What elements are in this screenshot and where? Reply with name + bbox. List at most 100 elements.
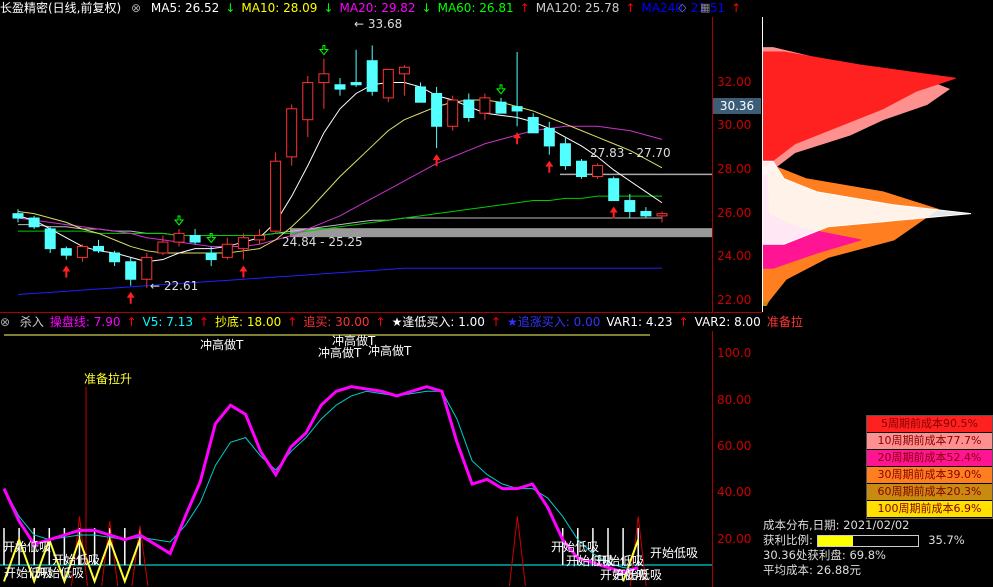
candle-body: [608, 178, 620, 202]
price-tick: 32.00: [717, 74, 752, 89]
distribution-date: 成本分布,日期: 2021/02/02: [763, 518, 910, 532]
price-tick: 30.00: [717, 118, 752, 133]
ma-arrow-5: ↑: [731, 1, 742, 15]
band-upper-label: 27.83 - 27.70: [590, 146, 671, 160]
indicator-label-6: ★追涨买入: 0.00: [507, 315, 601, 329]
price-tick: 22.00: [717, 293, 752, 308]
band-lower-label: 24.84 - 25.25: [282, 235, 363, 249]
candle-body: [254, 235, 265, 241]
indicator-arrow-3: ↑: [287, 315, 298, 329]
candle-body: [173, 232, 185, 243]
indicator-tick: 40.00: [717, 485, 752, 500]
price-tick: 28.00: [717, 161, 752, 176]
profit-ratio-value: 35.7%: [928, 533, 965, 547]
ma-arrow-4: ↑: [625, 1, 636, 15]
candle-body: [237, 237, 249, 250]
candle-body: [302, 82, 314, 121]
sell-arrow-icon: [206, 232, 217, 244]
high-label: ← 33.68: [354, 17, 402, 31]
legend-item-3: 30周期前成本39.0%: [867, 467, 992, 484]
indicator-tick: 60.00: [717, 438, 752, 453]
bottom-label: 开始低吸: [614, 568, 662, 582]
buy-arrow-icon: [62, 265, 71, 278]
bottom-label: 开始低吸: [596, 554, 644, 568]
distribution-stats: 成本分布,日期: 2021/02/02 获利比例: 35.7% 30.36处获利…: [763, 518, 993, 578]
tall-label: 冲高做T: [200, 337, 244, 352]
candle-body: [334, 84, 346, 90]
indicator-axis: 100.0 80.00 60.00 40.00 20.00: [712, 331, 763, 587]
ma240-line: [17, 267, 663, 296]
buy-arrow-icon: [126, 291, 135, 304]
candle-body: [624, 200, 636, 212]
candle-body: [189, 235, 201, 243]
current-price-tag: 30.36: [713, 98, 761, 114]
legend-item-2: 20周期前成本52.4%: [867, 450, 992, 467]
diamond-icon[interactable]: ◇: [678, 1, 686, 14]
ready-label: 准备拉升: [84, 371, 132, 386]
candle-body: [366, 60, 378, 92]
panel-divider: [0, 312, 762, 313]
stock-title: 长盈精密(日线,前复权): [0, 1, 122, 15]
buy-arrow-icon: [545, 160, 554, 173]
indicator-label-4: 追买: 30.00: [303, 315, 370, 329]
candle-body: [495, 101, 507, 114]
legend-item-4: 60周期前成本20.3%: [867, 484, 992, 501]
price-axis: 32.00 30.00 28.00 26.00 24.00 22.00 30.36: [712, 17, 763, 312]
candle-body: [221, 243, 233, 258]
indicator-settings-icon[interactable]: ⊗: [0, 315, 10, 329]
cost-distribution-chart: [762, 17, 972, 312]
candle-body: [318, 73, 330, 84]
ma-legend: MA5: 26.52 ↓ MA10: 28.09 ↓ MA20: 29.82 ↓ MA60:…: [151, 1, 747, 15]
tall-label: 冲高做T: [368, 343, 412, 358]
legend-item-1: 10周期前成本77.7%: [867, 433, 992, 450]
buy-arrow-icon: [609, 206, 618, 219]
candlestick-chart[interactable]: ← 33.68 ← 22.61 27.83 - 27.70 24.84 - 25.25: [0, 17, 712, 312]
bottom-label: 开始低吸: [650, 546, 698, 560]
candle-body: [447, 99, 459, 127]
indicator-tick: 20.00: [717, 531, 752, 546]
candle-body: [382, 68, 394, 99]
bottom-label: 开始低吸: [36, 566, 84, 580]
bottom-label: 开始低吸: [551, 540, 599, 554]
grid-icon[interactable]: ▦: [700, 1, 710, 14]
indicator-label-1: 操盘线: 7.90: [49, 315, 121, 329]
candle-body: [415, 86, 426, 103]
candle-body: [511, 106, 523, 112]
candle-body: [12, 213, 24, 219]
buy-arrow-icon: [239, 265, 248, 278]
candle-body: [109, 252, 121, 263]
candle-body: [44, 228, 56, 250]
indicator-label-7: VAR1: 4.23: [606, 315, 673, 329]
candle-body: [640, 210, 652, 217]
indicator-arrow-4: ↑: [375, 315, 386, 329]
profit-ratio-label: 获利比例:: [763, 533, 813, 547]
candle-body: [286, 108, 298, 158]
profit-ratio-row: 获利比例: 35.7%: [763, 533, 993, 548]
ma-label-2: MA20: 29.82: [339, 1, 416, 15]
indicator-legend: 杀入 操盘线: 7.90 ↑ V5: 7.13 ↑ 抄底: 18.00 ↑ 追买: 30.00…: [20, 315, 809, 329]
ma-arrow-2: ↓: [421, 1, 432, 15]
profit-ratio-fill: [817, 535, 854, 546]
indicator-label-9: 准备拉: [766, 315, 803, 329]
settings-icon[interactable]: ⊗: [131, 1, 141, 15]
low-label: ← 22.61: [150, 279, 198, 293]
legend-item-5: 100周期前成本6.9%: [867, 501, 992, 518]
candle-body: [350, 82, 362, 86]
profit-at-price: 30.36处获利盘: 69.8%: [763, 548, 886, 562]
candle-body: [592, 165, 604, 178]
candle-body: [93, 245, 104, 252]
candle-body: [527, 117, 539, 134]
indicator-chart[interactable]: 冲高做T 冲高做T冲高做T 冲高做T准备拉升开始低吸开始低吸开始低吸开始低吸开始低吸…: [0, 331, 712, 586]
indicator-header: ⊗ 杀入 操盘线: 7.90 ↑ V5: 7.13 ↑ 抄底: 18.00 ↑ 追买: 30.…: [0, 314, 815, 330]
indicator-tick: 100.0: [717, 346, 752, 361]
ma-label-4: MA120: 25.78: [535, 1, 620, 15]
candle-body: [479, 97, 491, 114]
ma-arrow-0: ↓: [225, 1, 236, 15]
candle-body: [60, 248, 72, 256]
ma-arrow-1: ↓: [323, 1, 334, 15]
buy-arrow-icon: [432, 154, 441, 167]
red-spike: [508, 516, 526, 586]
price-tick: 26.00: [717, 205, 752, 220]
candle-body: [431, 92, 443, 127]
indicator-label-2: V5: 7.13: [142, 315, 193, 329]
